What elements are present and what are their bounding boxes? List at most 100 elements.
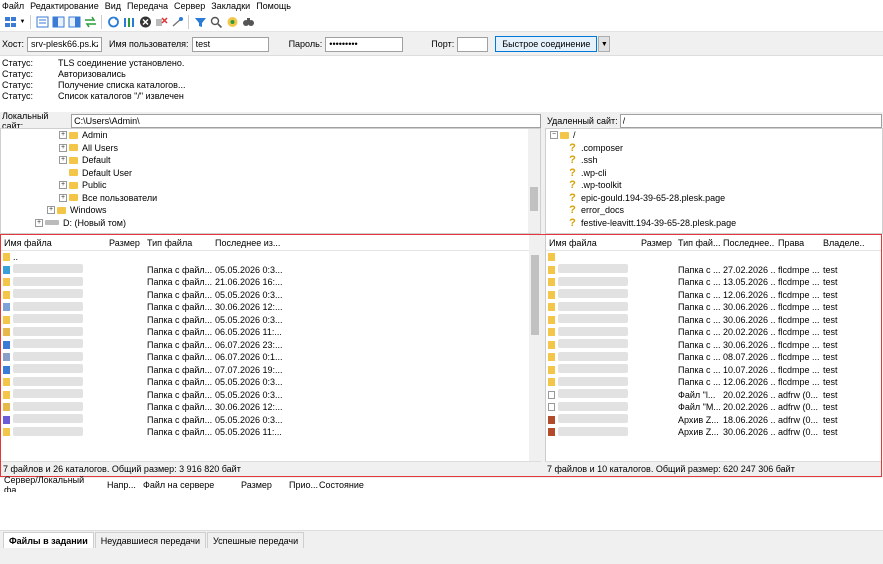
tree-node[interactable]: ? .wp-cli (546, 167, 882, 180)
toggle-remote-tree-icon[interactable] (67, 15, 81, 29)
refresh-icon[interactable] (106, 15, 120, 29)
local-file-row[interactable]: Папка с файл... 05.05.2026 0:3... (1, 314, 541, 327)
queue-icon[interactable] (83, 15, 97, 29)
local-file-row[interactable]: Папка с файл... 05.05.2026 0:3... (1, 289, 541, 302)
password-input[interactable] (325, 36, 404, 52)
local-file-row[interactable]: Папка с файл... 30.06.2026 12:... (1, 401, 541, 414)
remote-file-row[interactable]: Папка с ... 20.02.2026 ... flcdmpe ... test (546, 326, 881, 339)
disconnect-icon[interactable] (154, 15, 168, 29)
expand-icon[interactable]: + (59, 193, 67, 202)
local-file-row[interactable]: .. (1, 251, 541, 264)
remote-file-row[interactable]: Папка с ... 13.05.2026 ... flcdmpe ... test (546, 276, 881, 289)
sync-browse-icon[interactable] (225, 15, 239, 29)
menu-item[interactable]: Редактирование (30, 1, 99, 11)
expand-icon[interactable]: + (59, 143, 67, 152)
expand-icon[interactable]: + (35, 218, 43, 227)
remote-file-row[interactable] (546, 251, 881, 264)
remote-file-row[interactable]: Архив Z... 18.06.2026 ... adfrw (0... test (546, 414, 881, 427)
toggle-local-tree-icon[interactable] (51, 15, 65, 29)
local-file-row[interactable]: Папка с файл... 05.05.2026 0:3... (1, 414, 541, 427)
column-header[interactable]: Последнее из... (212, 238, 292, 248)
remote-file-row[interactable]: Папка с ... 27.02.2026 ... flcdmpe ... test (546, 264, 881, 277)
menu-item[interactable]: Вид (105, 1, 121, 11)
scroll-thumb[interactable] (530, 187, 538, 211)
remote-file-row[interactable]: Папка с ... 30.06.2026 ... flcdmpe ... test (546, 314, 881, 327)
expand-icon[interactable]: + (59, 181, 67, 190)
queue-tab[interactable]: Неудавшиеся передачи (94, 532, 206, 548)
remote-file-row[interactable]: Архив Z... 30.06.2026 ... adfrw (0... test (546, 426, 881, 439)
remote-file-row[interactable]: Папка с ... 08.07.2026 ... flcdmpe ... test (546, 351, 881, 364)
local-file-row[interactable]: Папка с файл... 05.05.2026 0:3... (1, 376, 541, 389)
tree-node[interactable]: ? .ssh (546, 154, 882, 167)
tree-node[interactable]: + Все пользователи (1, 192, 540, 205)
expand-icon[interactable]: + (47, 206, 55, 215)
menu-item[interactable]: Файл (2, 1, 24, 11)
compare-icon[interactable] (209, 15, 223, 29)
expand-icon[interactable]: + (59, 131, 67, 140)
queue-column-header[interactable]: Напр... (103, 480, 139, 490)
queue-column-header[interactable]: Размер (237, 480, 285, 490)
process-queue-icon[interactable] (122, 15, 136, 29)
tree-node[interactable]: − / (546, 129, 882, 142)
search-icon[interactable] (241, 15, 255, 29)
reconnect-icon[interactable] (170, 15, 184, 29)
local-file-row[interactable]: Папка с файл... 05.05.2026 0:3... (1, 389, 541, 402)
queue-tab[interactable]: Успешные передачи (207, 532, 305, 548)
column-header[interactable]: Имя файла (546, 238, 638, 248)
local-list-scrollbar[interactable] (529, 235, 541, 461)
quickconnect-button[interactable]: Быстрое соединение (495, 36, 598, 52)
tree-node[interactable]: + Public (1, 179, 540, 192)
menu-item[interactable]: Сервер (174, 1, 205, 11)
column-header[interactable]: Размер (638, 238, 675, 248)
local-file-row[interactable]: Папка с файл... 05.05.2026 0:3... (1, 264, 541, 277)
local-file-row[interactable]: Папка с файл... 06.07.2026 0:1... (1, 351, 541, 364)
scroll-thumb[interactable] (531, 255, 539, 335)
local-tree-scrollbar[interactable] (528, 129, 540, 233)
remote-file-row[interactable]: Файл "M... 20.02.2026 ... adfrw (0... test (546, 401, 881, 414)
column-header[interactable]: Последнее... (720, 238, 775, 248)
column-header[interactable]: Тип фай... (675, 238, 720, 248)
tree-node[interactable]: + D: (Новый том) (1, 217, 540, 230)
remote-file-row[interactable]: Папка с ... 12.06.2026 ... flcdmpe ... test (546, 376, 881, 389)
tree-node[interactable]: + Admin (1, 129, 540, 142)
tree-node[interactable]: ? .composer (546, 142, 882, 155)
local-file-row[interactable]: Папка с файл... 05.05.2026 11:... (1, 426, 541, 439)
remote-file-row[interactable]: Папка с ... 30.06.2026 ... flcdmpe ... test (546, 301, 881, 314)
remote-file-row[interactable]: Файл "l... 20.02.2026 ... adfrw (0... test (546, 389, 881, 402)
cancel-icon[interactable] (138, 15, 152, 29)
queue-column-header[interactable]: Состояние (315, 480, 375, 490)
menu-item[interactable]: Помощь (256, 1, 291, 11)
port-input[interactable] (457, 36, 489, 52)
remote-file-row[interactable]: Папка с ... 12.06.2026 ... flcdmpe ... test (546, 289, 881, 302)
local-file-row[interactable]: Папка с файл... 07.07.2026 19:... (1, 364, 541, 377)
remote-file-row[interactable]: Папка с ... 30.06.2026 ... flcdmpe ... test (546, 339, 881, 352)
tree-node[interactable]: + All Users (1, 142, 540, 155)
queue-column-header[interactable]: Прио... (285, 480, 318, 490)
local-file-row[interactable]: Папка с файл... 06.05.2026 11:... (1, 326, 541, 339)
local-file-row[interactable]: Папка с файл... 21.06.2026 16:... (1, 276, 541, 289)
local-path-input[interactable] (71, 113, 541, 128)
column-header[interactable]: Тип файла (144, 238, 212, 248)
expand-icon[interactable]: + (59, 156, 67, 165)
dropdown-icon[interactable]: ▼ (19, 15, 26, 29)
column-header[interactable]: Владеле... (820, 238, 865, 248)
collapse-icon[interactable]: − (550, 131, 558, 140)
username-input[interactable] (191, 36, 269, 52)
column-header[interactable]: Права (775, 238, 820, 248)
column-header[interactable]: Размер (106, 238, 144, 248)
tree-node[interactable]: ? festive-leavitt.194-39-65-28.plesk.page (546, 217, 882, 230)
menu-item[interactable]: Закладки (211, 1, 250, 11)
tree-node[interactable]: + Windows (1, 204, 540, 217)
local-file-row[interactable]: Папка с файл... 06.07.2026 23:... (1, 339, 541, 352)
queue-tab[interactable]: Файлы в задании (3, 532, 94, 548)
site-manager-icon[interactable] (3, 15, 17, 29)
quickconnect-history-dropdown[interactable]: ▼ (598, 36, 611, 52)
local-file-row[interactable]: Папка с файл... 30.06.2026 12:... (1, 301, 541, 314)
tree-node[interactable]: ? .wp-toolkit (546, 179, 882, 192)
toggle-log-icon[interactable] (35, 15, 49, 29)
queue-column-header[interactable]: Файл на сервере (139, 480, 237, 490)
tree-node[interactable]: ? epic-gould.194-39-65-28.plesk.page (546, 192, 882, 205)
filter-icon[interactable] (193, 15, 207, 29)
menu-item[interactable]: Передача (127, 1, 168, 11)
remote-path-input[interactable] (619, 113, 882, 128)
